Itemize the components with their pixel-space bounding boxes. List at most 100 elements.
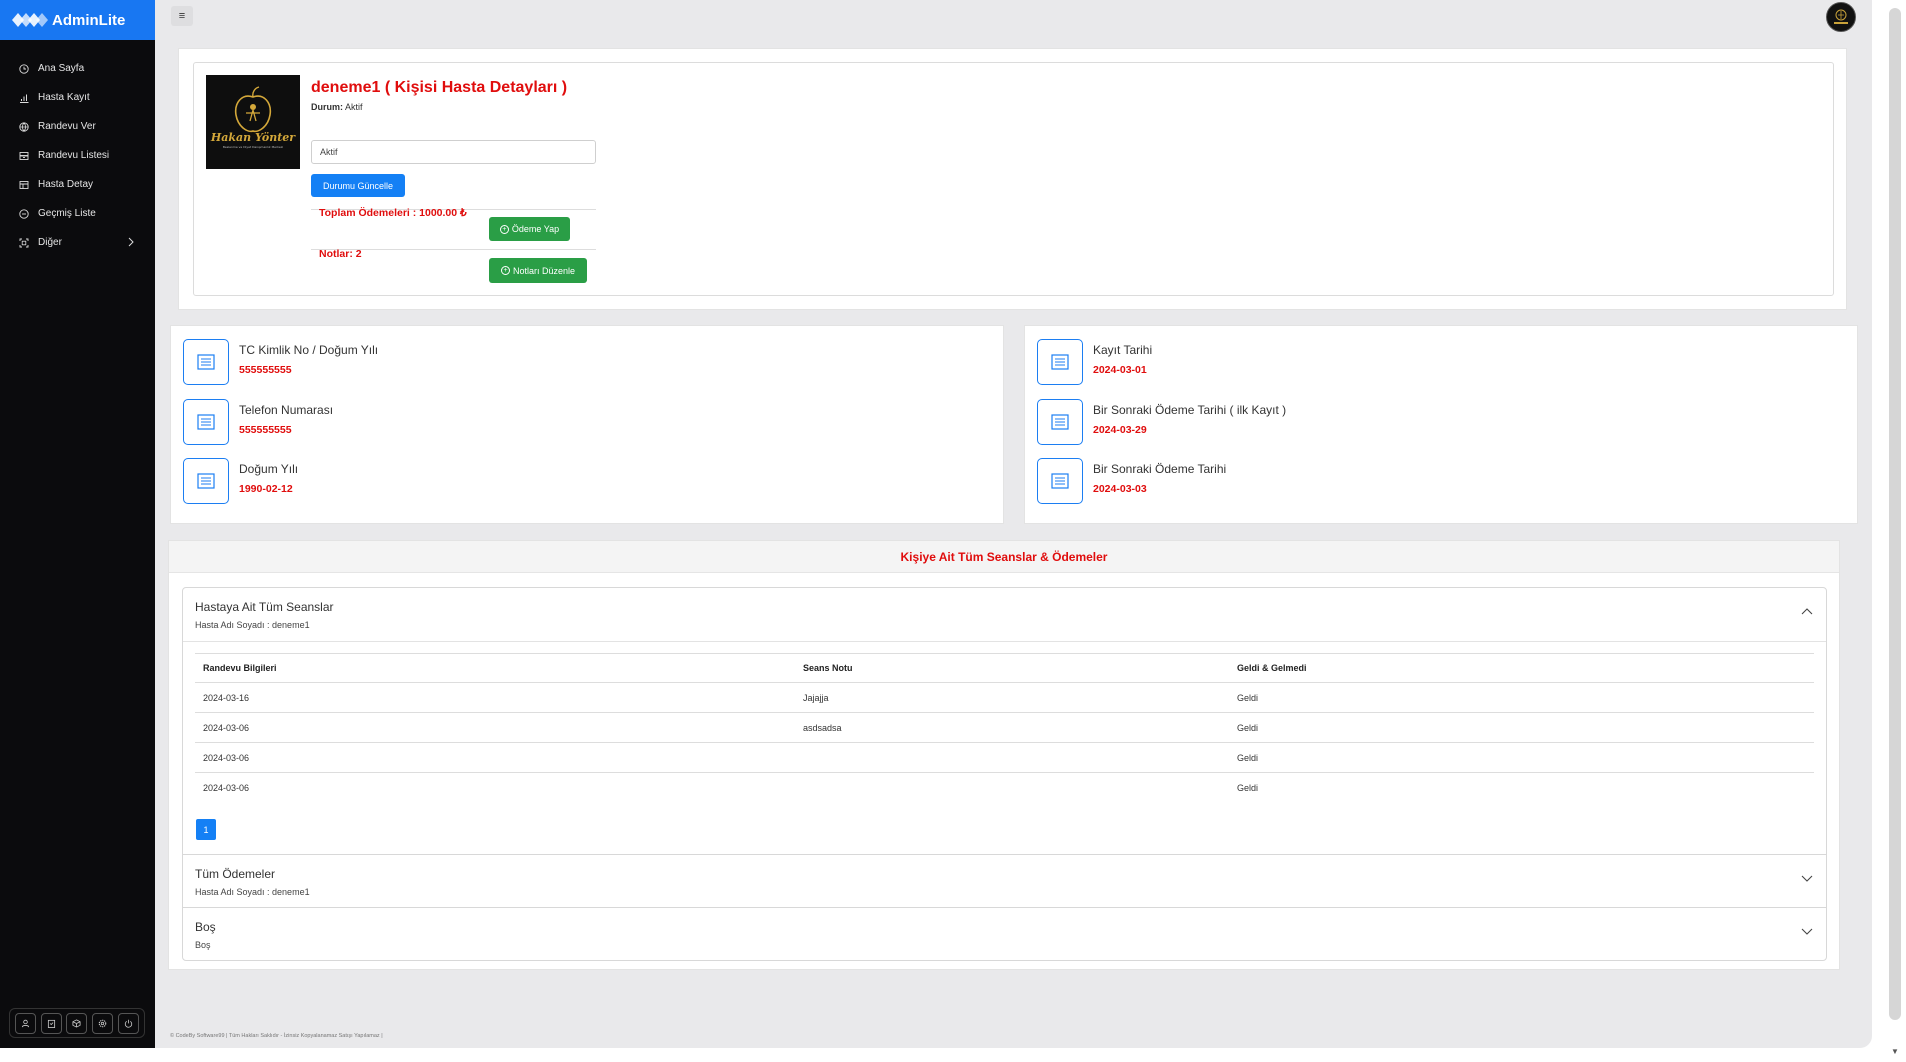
scan-icon bbox=[18, 237, 29, 248]
user-icon[interactable] bbox=[15, 1012, 37, 1034]
sidebar-toggle-button[interactable]: ≡ bbox=[171, 6, 193, 26]
sidebar-item-randevu-ver[interactable]: Randevu Ver bbox=[0, 112, 155, 141]
chevron-right-icon bbox=[127, 237, 135, 250]
box-icon[interactable] bbox=[66, 1012, 88, 1034]
gear-icon[interactable] bbox=[92, 1012, 114, 1034]
patient-profile-inner: Hakan Yönter Beslenme ve Diyet Danışmanl… bbox=[193, 62, 1834, 296]
update-status-button[interactable]: Durumu Güncelle bbox=[311, 174, 405, 197]
document-icon bbox=[1037, 399, 1083, 445]
info-value: 555555555 bbox=[239, 424, 292, 436]
history-icon bbox=[18, 208, 29, 219]
sessions-table: Randevu Bilgileri Seans Notu Geldi & Gel… bbox=[195, 653, 1814, 803]
info-title: Telefon Numarası bbox=[239, 403, 334, 417]
info-value: 1990-02-12 bbox=[239, 483, 293, 495]
info-title: TC Kimlik No / Doğum Yılı bbox=[239, 343, 379, 357]
status-input[interactable] bbox=[311, 140, 596, 164]
table-cell: Geldi bbox=[1229, 682, 1814, 713]
table-cell: Jajajja bbox=[795, 682, 1229, 713]
sidebar-footer-toolbar bbox=[9, 1008, 145, 1038]
patient-photo: Hakan Yönter Beslenme ve Diyet Danışmanl… bbox=[206, 75, 300, 169]
info-title: Bir Sonraki Ödeme Tarihi ( ilk Kayıt ) bbox=[1093, 403, 1287, 417]
clipboard-icon[interactable] bbox=[40, 1012, 62, 1034]
column-header: Geldi & Gelmedi bbox=[1229, 653, 1814, 683]
pagination-page-button[interactable]: 1 bbox=[196, 819, 216, 840]
make-payment-label: Ödeme Yap bbox=[511, 224, 560, 234]
brand[interactable]: AdminLite bbox=[0, 0, 155, 40]
plus-circle-icon: + bbox=[500, 266, 510, 275]
sidebar-item-label: Hasta Kayıt bbox=[38, 92, 90, 103]
table-cell: asdsadsa bbox=[795, 712, 1229, 743]
accordion-subtitle: Hasta Adı Soyadı : deneme1 bbox=[195, 620, 310, 630]
chevron-down-icon bbox=[1801, 875, 1813, 882]
chevron-up-icon bbox=[1801, 608, 1813, 615]
info-row-birth: Doğum Yılı 1990-02-12 bbox=[183, 458, 983, 504]
sidebar-item-gecmis-liste[interactable]: Geçmiş Liste bbox=[0, 199, 155, 228]
info-value: 2024-03-29 bbox=[1093, 424, 1147, 436]
sidebar-item-label: Ana Sayfa bbox=[38, 63, 85, 74]
brand-name: AdminLite bbox=[52, 11, 126, 29]
globe-icon bbox=[18, 121, 29, 132]
sidebar-item-randevu-listesi[interactable]: Randevu Listesi bbox=[0, 141, 155, 170]
accordion-sessions-toggle[interactable]: Hastaya Ait Tüm Seanslar Hasta Adı Soyad… bbox=[183, 588, 1826, 641]
document-icon bbox=[183, 399, 229, 445]
sidebar-item-hasta-detay[interactable]: Hasta Detay bbox=[0, 170, 155, 199]
table-cell: Geldi bbox=[1229, 742, 1814, 773]
info-row-phone: Telefon Numarası 555555555 bbox=[183, 399, 983, 445]
sidebar-item-hasta-kayit[interactable]: Hasta Kayıt bbox=[0, 83, 155, 112]
sidebar-item-ana-sayfa[interactable]: Ana Sayfa bbox=[0, 54, 155, 83]
info-row-next-payment: Bir Sonraki Ödeme Tarihi 2024-03-03 bbox=[1037, 458, 1837, 504]
patient-logo-image: Hakan Yönter Beslenme ve Diyet Danışmanl… bbox=[210, 86, 296, 149]
table-header-row: Randevu Bilgileri Seans Notu Geldi & Gel… bbox=[195, 653, 1814, 683]
patient-profile-card: Hakan Yönter Beslenme ve Diyet Danışmanl… bbox=[178, 48, 1847, 310]
bar-chart-icon bbox=[18, 92, 29, 103]
accordion-title: Boş bbox=[195, 920, 216, 934]
scroll-down-arrow-icon[interactable]: ▼ bbox=[1891, 1047, 1899, 1056]
accordion-sessions: Hastaya Ait Tüm Seanslar Hasta Adı Soyad… bbox=[182, 587, 1827, 855]
accordion-title: Hastaya Ait Tüm Seanslar bbox=[195, 600, 334, 614]
info-row-registration: Kayıt Tarihi 2024-03-01 bbox=[1037, 339, 1837, 385]
edit-notes-label: Notları Düzenle bbox=[512, 265, 576, 276]
scrollbar-thumb[interactable] bbox=[1889, 8, 1901, 1020]
info-row-next-payment-first: Bir Sonraki Ödeme Tarihi ( ilk Kayıt ) 2… bbox=[1037, 399, 1837, 445]
accordion-empty[interactable]: Boş Boş bbox=[182, 907, 1827, 961]
table-cell: 2024-03-16 bbox=[195, 682, 795, 713]
status-value: Aktif bbox=[345, 102, 363, 112]
table-cell bbox=[795, 742, 1229, 773]
accordion-title: Tüm Ödemeler bbox=[195, 867, 276, 881]
sidebar-item-diger[interactable]: Diğer bbox=[0, 228, 155, 257]
sidebar-item-label: Geçmiş Liste bbox=[38, 208, 96, 219]
divider bbox=[183, 641, 1826, 642]
sessions-payments-card: Kişiye Ait Tüm Seanslar & Ödemeler Hasta… bbox=[168, 540, 1840, 970]
edit-notes-button[interactable]: + Notları Düzenle bbox=[489, 258, 587, 283]
document-icon bbox=[1037, 458, 1083, 504]
info-title: Doğum Yılı bbox=[239, 462, 299, 476]
power-icon[interactable] bbox=[117, 1012, 139, 1034]
document-icon bbox=[183, 339, 229, 385]
avatar-logo-icon bbox=[1834, 9, 1848, 24]
table-icon bbox=[18, 179, 29, 190]
document-icon bbox=[1037, 339, 1083, 385]
notes-count-label: Notlar: 2 bbox=[319, 248, 362, 260]
make-payment-button[interactable]: + Ödeme Yap bbox=[489, 217, 570, 241]
status-label: Durum: bbox=[311, 102, 343, 112]
sidebar-item-label: Randevu Ver bbox=[38, 121, 96, 132]
accordion-subtitle: Boş bbox=[195, 940, 211, 950]
accordion-payments[interactable]: Tüm Ödemeler Hasta Adı Soyadı : deneme1 bbox=[182, 854, 1827, 908]
table-cell bbox=[795, 773, 1229, 803]
page-scrollbar[interactable]: ▼ bbox=[1884, 0, 1906, 1062]
chevron-down-icon bbox=[1801, 928, 1813, 935]
info-value: 2024-03-01 bbox=[1093, 364, 1147, 376]
app-window: AdminLite Ana Sayfa Hasta Kayıt Randevu … bbox=[0, 0, 1872, 1048]
column-header: Randevu Bilgileri bbox=[195, 653, 795, 683]
info-value: 2024-03-03 bbox=[1093, 483, 1147, 495]
patient-info-card-left: TC Kimlik No / Doğum Yılı 555555555 Tele… bbox=[170, 325, 1004, 524]
table-cell: Geldi bbox=[1229, 712, 1814, 743]
archive-icon bbox=[18, 150, 29, 161]
footer-copyright: © CodeBy Software99 | Tüm Hakları Saklıd… bbox=[170, 1033, 383, 1039]
status-line: Durum: Aktif bbox=[311, 102, 363, 112]
patient-name-title: deneme1 ( Kişisi Hasta Detayları ) bbox=[311, 79, 568, 96]
avatar[interactable] bbox=[1826, 2, 1856, 32]
menu-icon: ≡ bbox=[178, 10, 186, 22]
plus-circle-icon: + bbox=[499, 224, 509, 234]
patient-logo-text: Hakan Yönter bbox=[210, 131, 296, 144]
